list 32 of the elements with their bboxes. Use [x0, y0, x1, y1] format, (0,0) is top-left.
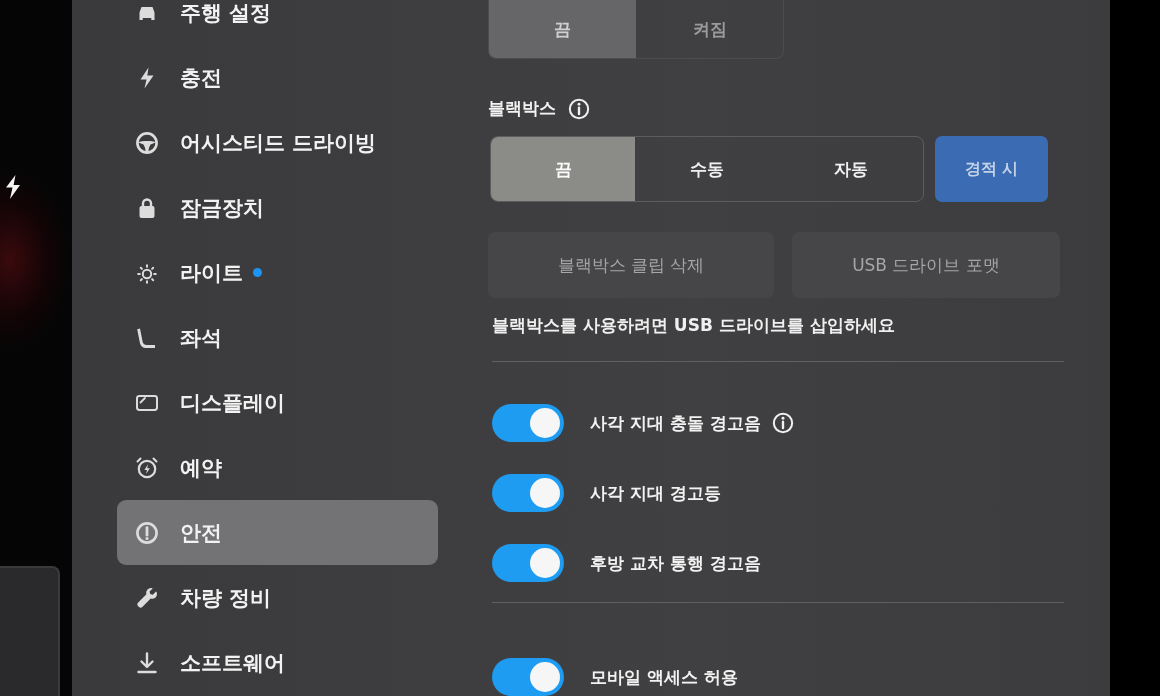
lightning-icon	[5, 175, 21, 199]
sidebar-item[interactable]: 좌석	[117, 305, 438, 370]
sidebar-item[interactable]: 안전	[117, 500, 438, 565]
alarm-clock-icon	[135, 455, 159, 480]
toggle-switch[interactable]	[492, 474, 564, 513]
toggle-label: 모바일 액세스 허용	[590, 665, 738, 689]
sidebar-item[interactable]: 어시스티드 드라이빙	[117, 110, 438, 175]
sidebar-item[interactable]: 라이트	[117, 240, 438, 305]
steering-wheel-icon	[135, 130, 159, 155]
toggle-switch[interactable]	[492, 658, 564, 696]
sidebar-item[interactable]: 소프트웨어	[117, 630, 438, 695]
exclamation-circle-icon	[135, 520, 159, 545]
toggle-label: 후방 교차 통행 경고음	[590, 551, 761, 575]
sidebar-item[interactable]: 디스플레이	[117, 370, 438, 435]
segment-option[interactable]: 자동	[779, 137, 923, 202]
sidebar-item[interactable]: 주행 설정	[117, 0, 438, 45]
toggle-label: 사각 지대 충돌 경고음	[590, 411, 761, 435]
info-icon	[568, 97, 590, 120]
sidebar-item[interactable]: 충전	[117, 45, 438, 110]
toggle-switch[interactable]	[492, 404, 564, 443]
segment-option[interactable]: 끔	[489, 0, 636, 58]
toggle-switch[interactable]	[492, 544, 564, 583]
sidebar-item[interactable]: 예약	[117, 435, 438, 500]
toggle-label: 사각 지대 경고등	[590, 481, 721, 505]
sidebar-item[interactable]: 잠금장치	[117, 175, 438, 240]
hint-text: 블랙박스를 사용하려면 USB 드라이브를 삽입하세요	[492, 314, 895, 338]
section-title: 블랙박스	[488, 97, 556, 121]
download-icon	[135, 650, 159, 675]
segment-option[interactable]: 켜짐	[636, 0, 783, 58]
segment-option[interactable]: 수동	[635, 137, 779, 202]
wrench-icon	[135, 585, 159, 610]
sidebar-item[interactable]: 차량 정비	[117, 565, 438, 630]
